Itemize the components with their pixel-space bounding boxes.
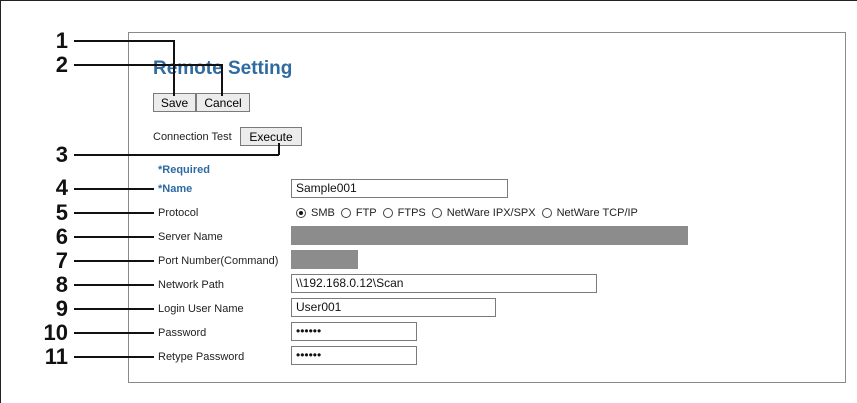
protocol-option-ftps[interactable]: FTPS — [382, 207, 426, 219]
server-name-label: Server Name — [158, 231, 223, 243]
callout-number: 8 — [55, 272, 68, 297]
callout-number: 4 — [55, 175, 68, 200]
protocol-radio-group: SMB FTP FTPS NetWare IPX/SPX NetWare TCP… — [296, 205, 644, 221]
name-input[interactable]: Sample001 — [291, 179, 508, 198]
callout-number: 6 — [55, 224, 68, 249]
callout-leader-line — [221, 64, 223, 96]
required-note: *Required — [158, 164, 210, 176]
protocol-option-smb[interactable]: SMB — [296, 207, 335, 219]
port-number-input — [291, 250, 358, 269]
callout-number: 5 — [55, 200, 68, 225]
protocol-option-label: SMB — [311, 207, 335, 219]
radio-netware-tcp-ip[interactable] — [541, 208, 552, 218]
login-user-name-label: Login User Name — [158, 303, 244, 315]
protocol-option-label: FTPS — [397, 207, 426, 219]
protocol-label: Protocol — [158, 207, 199, 219]
callout-number: 10 — [43, 320, 68, 345]
callout-number: 7 — [55, 248, 68, 273]
radio-smb[interactable] — [296, 208, 306, 218]
retype-password-label: Retype Password — [158, 351, 245, 363]
name-label: *Name — [158, 183, 193, 195]
callout-leader-line — [74, 154, 279, 156]
callout-leader-line — [74, 284, 154, 286]
protocol-option-label: FTP — [355, 207, 377, 219]
callout-leader-line — [74, 64, 222, 66]
protocol-option-netware-tcp-ip[interactable]: NetWare TCP/IP — [541, 207, 638, 219]
callout-leader-line — [74, 332, 154, 334]
callout-number: 3 — [55, 142, 68, 167]
callout-leader-line — [173, 40, 175, 96]
cancel-button[interactable]: Cancel — [196, 93, 250, 112]
callout-leader-line — [74, 236, 154, 238]
frame-top-border — [0, 0, 857, 1]
password-label: Password — [158, 327, 207, 339]
callout-number: 11 — [44, 344, 68, 369]
radio-ftp[interactable] — [340, 208, 351, 218]
protocol-option-label: NetWare TCP/IP — [556, 207, 638, 219]
protocol-option-label: NetWare IPX/SPX — [446, 207, 536, 219]
callout-leader-line — [74, 356, 154, 358]
callout-number: 2 — [55, 52, 68, 77]
network-path-input[interactable]: \\192.168.0.12\Scan — [291, 274, 597, 293]
port-number-label: Port Number(Command) — [158, 255, 279, 267]
password-input[interactable]: •••••• — [291, 322, 417, 341]
callout-leader-line — [74, 188, 154, 190]
callout-leader-line — [74, 212, 154, 214]
frame-left-border — [0, 0, 1, 403]
server-name-input — [291, 226, 688, 245]
execute-button[interactable]: Execute — [240, 127, 302, 146]
radio-ftps[interactable] — [382, 208, 393, 218]
retype-password-input[interactable]: •••••• — [291, 346, 417, 365]
network-path-label: Network Path — [158, 279, 225, 291]
callout-leader-line — [74, 40, 174, 42]
connection-test-label: Connection Test — [153, 131, 232, 143]
callout-number: 1 — [55, 28, 68, 53]
protocol-option-netware-ipx-spx[interactable]: NetWare IPX/SPX — [431, 207, 536, 219]
radio-netware-ipx-spx[interactable] — [431, 208, 442, 218]
callout-leader-line — [74, 260, 154, 262]
callout-number: 9 — [55, 296, 68, 321]
callout-leader-line — [74, 308, 154, 310]
login-user-name-input[interactable]: User001 — [291, 298, 496, 317]
protocol-option-ftp[interactable]: FTP — [340, 207, 377, 219]
callout-leader-line — [278, 143, 280, 155]
